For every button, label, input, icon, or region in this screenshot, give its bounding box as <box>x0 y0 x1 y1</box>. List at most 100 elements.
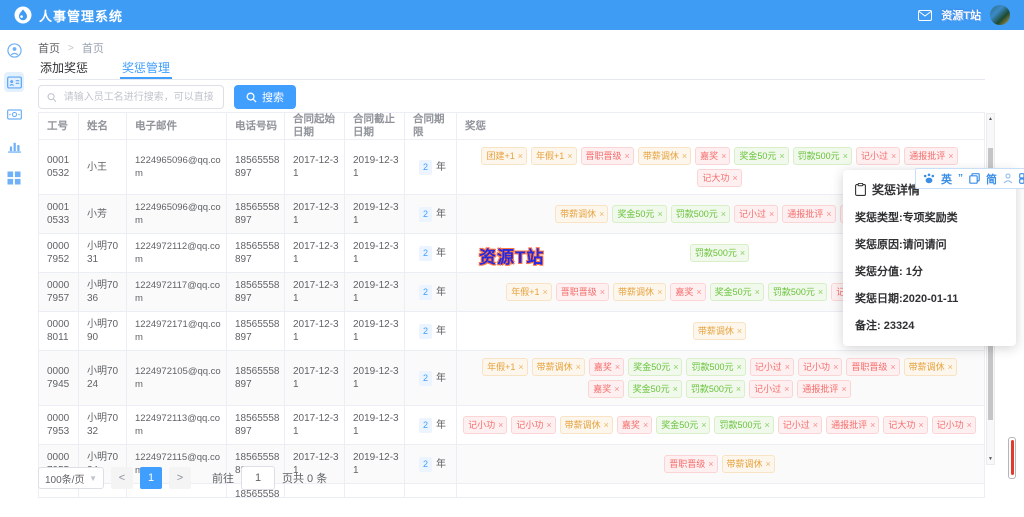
reward-tag[interactable]: 罚款500元 × <box>689 244 750 262</box>
tag-close-icon[interactable]: × <box>740 247 745 260</box>
tag-close-icon[interactable]: × <box>643 419 648 432</box>
reward-tag[interactable]: 嘉奖 × <box>588 358 625 376</box>
quote-icon[interactable]: ” <box>958 173 963 183</box>
tag-close-icon[interactable]: × <box>890 361 895 374</box>
next-page-button[interactable]: > <box>169 467 191 489</box>
reward-tag[interactable]: 奖金50元 × <box>734 147 789 165</box>
tag-close-icon[interactable]: × <box>615 361 620 374</box>
tag-close-icon[interactable]: × <box>657 208 662 221</box>
reward-tag[interactable]: 罚款500元 × <box>685 380 746 398</box>
tag-close-icon[interactable]: × <box>813 419 818 432</box>
tag-close-icon[interactable]: × <box>736 383 741 396</box>
reward-tag[interactable]: 罚款500元 × <box>792 147 852 165</box>
tag-close-icon[interactable]: × <box>614 383 619 396</box>
tag-close-icon[interactable]: × <box>785 361 790 374</box>
reward-tag[interactable]: 通报批评× <box>826 416 880 434</box>
reward-tag[interactable]: 记小功 × <box>511 416 556 434</box>
reward-tag[interactable]: 带薪调休 × <box>637 147 692 165</box>
tag-close-icon[interactable]: × <box>576 361 581 374</box>
reward-tag[interactable]: 奖金50元 × <box>627 380 682 398</box>
translate-en-button[interactable]: 英 <box>941 171 952 187</box>
reward-tag[interactable]: 晋职晋级 × <box>555 283 610 301</box>
reward-tag[interactable]: 嘉奖 × <box>695 147 731 165</box>
reward-tag[interactable]: 通报批评× <box>904 147 958 165</box>
tag-close-icon[interactable]: × <box>843 150 848 163</box>
reward-tag[interactable]: 年假+1 × <box>506 283 552 301</box>
tag-close-icon[interactable]: × <box>818 286 823 299</box>
tag-close-icon[interactable]: × <box>918 419 923 432</box>
copy-icon[interactable] <box>969 173 980 184</box>
tag-close-icon[interactable]: × <box>625 150 630 163</box>
tag-close-icon[interactable]: × <box>766 458 771 471</box>
page-number-button[interactable]: 1 <box>140 467 162 489</box>
tag-close-icon[interactable]: × <box>657 286 662 299</box>
tag-close-icon[interactable]: × <box>870 419 875 432</box>
reward-tag[interactable]: 罚款500元 × <box>686 358 746 376</box>
tag-close-icon[interactable]: × <box>765 419 770 432</box>
tag-close-icon[interactable]: × <box>779 150 784 163</box>
reward-tag[interactable]: 奖金50元 × <box>656 416 711 434</box>
tag-close-icon[interactable]: × <box>948 361 953 374</box>
reward-tag[interactable]: 晋职晋级 × <box>846 358 900 376</box>
goto-page-input[interactable] <box>241 466 275 490</box>
reward-tag[interactable]: 奖金50元 × <box>709 283 764 301</box>
tag-close-icon[interactable]: × <box>826 208 831 221</box>
tag-close-icon[interactable]: × <box>841 383 846 396</box>
prev-page-button[interactable]: < <box>111 467 133 489</box>
tag-close-icon[interactable]: × <box>737 325 742 338</box>
reward-tag[interactable]: 带薪调休 × <box>559 416 613 434</box>
search-input[interactable] <box>61 90 215 104</box>
reward-tag[interactable]: 嘉奖 × <box>670 283 706 301</box>
tag-close-icon[interactable]: × <box>769 208 774 221</box>
sidebar-item-id-card[interactable] <box>4 72 24 92</box>
reward-tag[interactable]: 晋职晋级 × <box>664 455 718 473</box>
table-row[interactable]: 00007953 小明7032 1224972113@qq.com 185655588… <box>39 406 984 445</box>
tab-reward-management[interactable]: 奖惩管理 <box>120 57 173 79</box>
tag-close-icon[interactable]: × <box>498 419 503 432</box>
tag-close-icon[interactable]: × <box>518 150 523 163</box>
tag-close-icon[interactable]: × <box>737 361 742 374</box>
reward-tag[interactable]: 带薪调休 × <box>613 283 667 301</box>
tag-close-icon[interactable]: × <box>732 172 737 185</box>
tag-close-icon[interactable]: × <box>948 150 953 163</box>
tag-close-icon[interactable]: × <box>604 419 609 432</box>
tag-close-icon[interactable]: × <box>721 150 726 163</box>
tag-close-icon[interactable]: × <box>518 361 523 374</box>
breadcrumb-item[interactable]: 首页 <box>38 40 60 56</box>
page-size-select[interactable]: 100条/页 ▼ <box>38 467 104 489</box>
tag-close-icon[interactable]: × <box>543 286 548 299</box>
tag-close-icon[interactable]: × <box>546 419 551 432</box>
scroll-up-arrow[interactable]: ▲ <box>987 114 994 124</box>
reward-tag[interactable]: 通报批评× <box>797 380 851 398</box>
scroll-down-arrow[interactable]: ▼ <box>987 454 994 464</box>
tag-close-icon[interactable]: × <box>708 458 713 471</box>
reward-tag[interactable]: 记小过× <box>855 147 901 165</box>
translate-cn-button[interactable]: 简 <box>986 171 997 187</box>
reward-tag[interactable]: 嘉奖 × <box>588 380 624 398</box>
tag-close-icon[interactable]: × <box>967 419 972 432</box>
reward-tag[interactable]: 带薪调休 × <box>721 455 775 473</box>
reward-tag[interactable]: 奖金50元 × <box>628 358 683 376</box>
search-button[interactable]: 搜索 <box>234 85 296 109</box>
reward-tag[interactable]: 带薪调休 × <box>903 358 957 376</box>
tag-close-icon[interactable]: × <box>673 361 678 374</box>
tag-close-icon[interactable]: × <box>696 286 701 299</box>
sidebar-item-money[interactable] <box>4 104 24 124</box>
tag-close-icon[interactable]: × <box>567 150 572 163</box>
reward-tag[interactable]: 带薪调休 × <box>531 358 585 376</box>
reward-tag[interactable]: 带薪调休 × <box>555 205 609 223</box>
tag-close-icon[interactable]: × <box>599 208 604 221</box>
tag-close-icon[interactable]: × <box>701 419 706 432</box>
reward-tag[interactable]: 记大功× <box>883 416 928 434</box>
reward-tag[interactable]: 通报批评× <box>782 205 836 223</box>
tag-close-icon[interactable]: × <box>891 150 896 163</box>
reward-tag[interactable]: 罚款500元 × <box>670 205 730 223</box>
reward-tag[interactable]: 记小过× <box>734 205 779 223</box>
tab-add-reward[interactable]: 添加奖惩 <box>38 57 90 79</box>
tag-close-icon[interactable]: × <box>784 383 789 396</box>
mail-icon[interactable] <box>918 9 933 21</box>
reward-tag[interactable]: 晋职晋级 × <box>580 147 634 165</box>
reward-tag[interactable]: 罚款500元 × <box>767 283 828 301</box>
reward-tag[interactable]: 记小过× <box>749 380 794 398</box>
sidebar-item-chart[interactable] <box>4 136 24 156</box>
